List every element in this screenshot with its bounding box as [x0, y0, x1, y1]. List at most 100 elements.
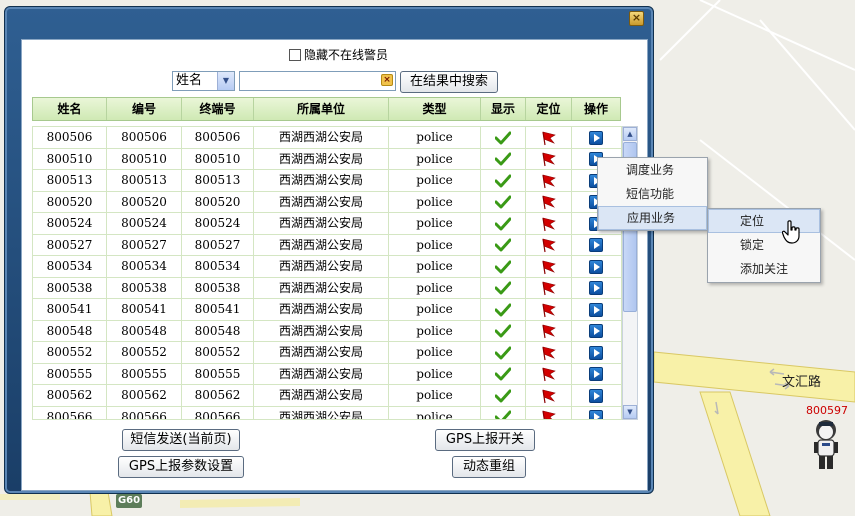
table-row[interactable]: 800562 800562 800562 西湖西湖公安局 police [33, 385, 621, 407]
cell-unit: 西湖西湖公安局 [254, 256, 389, 277]
cell-operate [572, 364, 620, 385]
officer-marker-label[interactable]: 800597 [806, 404, 848, 417]
gps-report-toggle-button[interactable]: GPS上报开关 [435, 429, 535, 451]
table-row[interactable]: 800555 800555 800555 西湖西湖公安局 police [33, 363, 621, 385]
arrow-right-icon[interactable] [589, 281, 603, 295]
table-row[interactable]: 800520 800520 800520 西湖西湖公安局 police [33, 191, 621, 213]
arrow-right-icon[interactable] [589, 259, 603, 274]
clear-icon[interactable]: × [381, 74, 393, 86]
check-icon[interactable] [495, 303, 511, 317]
red-flag-icon[interactable] [541, 237, 557, 253]
cell-unit: 西湖西湖公安局 [254, 406, 389, 419]
police-list-dialog: × 隐藏不在线警员 姓名 ▼ × 在结果中搜索 姓名 编号 终端号 所属单位 类… [4, 6, 654, 494]
red-flag-icon[interactable] [541, 388, 557, 404]
cell-type: police [389, 363, 481, 385]
submenu-item-lock[interactable]: 锁定 [708, 233, 820, 257]
cell-terminal: 800552 [182, 342, 254, 363]
red-flag-icon[interactable] [541, 173, 557, 189]
column-header-locate[interactable]: 定位 [526, 98, 572, 120]
arrow-right-icon[interactable] [589, 345, 603, 360]
cell-type: police [389, 234, 481, 256]
cell-operate [572, 278, 620, 299]
cell-type: police [389, 320, 481, 342]
red-flag-icon[interactable] [541, 151, 557, 167]
check-icon[interactable] [495, 410, 511, 420]
arrow-right-icon[interactable] [589, 302, 603, 317]
cell-locate [526, 127, 572, 148]
red-flag-icon[interactable] [541, 302, 557, 318]
chevron-down-icon[interactable]: ▼ [217, 72, 234, 90]
arrow-right-icon[interactable] [589, 388, 603, 403]
arrow-right-icon[interactable] [589, 410, 603, 419]
table-row[interactable]: 800538 800538 800538 西湖西湖公安局 police [33, 277, 621, 299]
table-row[interactable]: 800513 800513 800513 西湖西湖公安局 police [33, 170, 621, 192]
close-icon[interactable]: × [629, 11, 644, 26]
search-input[interactable]: × [239, 71, 396, 91]
table-row[interactable]: 800566 800566 800566 西湖西湖公安局 police [33, 406, 621, 420]
column-header-id[interactable]: 编号 [107, 98, 182, 120]
column-header-display[interactable]: 显示 [481, 98, 526, 120]
menu-item-dispatch[interactable]: 调度业务 [598, 158, 707, 182]
cell-terminal: 800562 [182, 385, 254, 406]
submenu-item-add-follow[interactable]: 添加关注 [708, 257, 820, 281]
red-flag-icon[interactable] [541, 130, 557, 146]
column-header-unit[interactable]: 所属单位 [254, 98, 389, 120]
check-icon[interactable] [495, 281, 511, 295]
table-row[interactable]: 800552 800552 800552 西湖西湖公安局 police [33, 342, 621, 364]
menu-item-application[interactable]: 应用业务 [598, 206, 707, 230]
column-header-terminal[interactable]: 终端号 [182, 98, 254, 120]
table-row[interactable]: 800510 800510 800510 西湖西湖公安局 police [33, 148, 621, 170]
red-flag-icon[interactable] [541, 280, 557, 296]
table-row[interactable]: 800534 800534 800534 西湖西湖公安局 police [33, 256, 621, 278]
checkbox-box[interactable] [289, 48, 301, 61]
gps-params-button[interactable]: GPS上报参数设置 [118, 456, 244, 478]
check-icon[interactable] [495, 174, 511, 188]
arrow-right-icon[interactable] [589, 324, 603, 338]
table-row[interactable]: 800541 800541 800541 西湖西湖公安局 police [33, 299, 621, 321]
table-row[interactable]: 800527 800527 800527 西湖西湖公安局 police [33, 234, 621, 256]
cell-terminal: 800555 [182, 363, 254, 385]
cell-id: 800541 [107, 299, 182, 320]
check-icon[interactable] [495, 152, 511, 166]
table-row[interactable]: 800524 800524 800524 西湖西湖公安局 police [33, 213, 621, 235]
red-flag-icon[interactable] [541, 323, 557, 339]
table-row[interactable]: 800506 800506 800506 西湖西湖公安局 police [33, 127, 621, 149]
cell-locate [526, 191, 572, 213]
submenu-item-locate[interactable]: 定位 [708, 209, 820, 233]
police-officer-marker-icon[interactable] [812, 418, 840, 472]
red-flag-icon[interactable] [541, 194, 557, 210]
scroll-up-icon[interactable]: ▲ [623, 127, 637, 141]
red-flag-icon[interactable] [541, 409, 557, 420]
red-flag-icon[interactable] [541, 366, 557, 382]
column-header-type[interactable]: 类型 [389, 98, 481, 120]
table-row[interactable]: 800548 800548 800548 西湖西湖公安局 police [33, 320, 621, 342]
arrow-right-icon[interactable] [589, 130, 603, 145]
check-icon[interactable] [495, 260, 511, 274]
check-icon[interactable] [495, 195, 511, 209]
check-icon[interactable] [495, 131, 511, 145]
search-in-results-button[interactable]: 在结果中搜索 [400, 71, 498, 93]
column-header-name[interactable]: 姓名 [33, 98, 107, 120]
arrow-right-icon[interactable] [589, 367, 603, 381]
check-icon[interactable] [495, 324, 511, 338]
arrow-right-icon[interactable] [589, 238, 603, 252]
cell-locate [526, 299, 572, 320]
red-flag-icon[interactable] [541, 216, 557, 232]
dynamic-regroup-button[interactable]: 动态重组 [452, 456, 526, 478]
red-flag-icon[interactable] [541, 345, 557, 361]
check-icon[interactable] [495, 367, 511, 381]
row-context-menu: 调度业务 短信功能 应用业务 [597, 157, 708, 231]
sms-current-page-button[interactable]: 短信发送(当前页) [122, 429, 240, 451]
check-icon[interactable] [495, 389, 511, 403]
check-icon[interactable] [495, 346, 511, 360]
check-icon[interactable] [495, 238, 511, 252]
menu-item-sms[interactable]: 短信功能 [598, 182, 707, 206]
scroll-down-icon[interactable]: ▼ [623, 405, 637, 419]
hide-offline-checkbox[interactable]: 隐藏不在线警员 [289, 46, 388, 63]
search-field-select[interactable]: 姓名 ▼ [172, 71, 235, 91]
cell-unit: 西湖西湖公安局 [254, 277, 389, 299]
check-icon[interactable] [495, 217, 511, 231]
cell-type: police [389, 148, 481, 170]
red-flag-icon[interactable] [541, 259, 557, 275]
column-header-operate[interactable]: 操作 [572, 98, 620, 120]
